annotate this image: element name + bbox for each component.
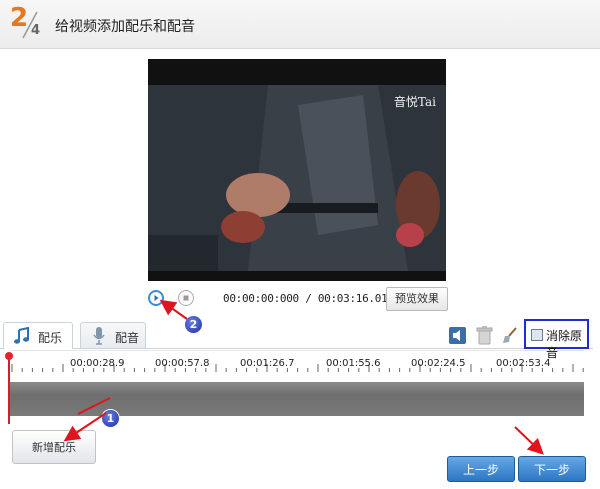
annotation-badge-1: 1: [102, 410, 119, 427]
add-music-button[interactable]: 新增配乐: [12, 430, 96, 464]
previous-step-button[interactable]: 上一步: [447, 456, 515, 482]
video-preview[interactable]: 音悦Tai: [148, 59, 446, 281]
next-step-button[interactable]: 下一步: [518, 456, 586, 482]
video-watermark: 音悦Tai: [393, 95, 436, 109]
speaker-icon[interactable]: [449, 327, 466, 344]
checkbox-box[interactable]: [531, 329, 543, 341]
brush-icon[interactable]: [501, 326, 519, 344]
timeline-tick-label: 00:00:57.8: [155, 358, 210, 369]
video-frame: [148, 85, 446, 271]
remove-original-audio-checkbox[interactable]: 消除原音: [524, 319, 589, 360]
preview-effect-button[interactable]: 预览效果: [386, 287, 448, 311]
tab-music-label: 配乐: [38, 331, 63, 345]
playhead[interactable]: [8, 356, 10, 424]
tab-voiceover[interactable]: 配音: [80, 322, 146, 348]
arrow-to-next: [514, 426, 544, 455]
tab-music[interactable]: 配乐: [3, 322, 73, 349]
step-header: 2 4 给视频添加配乐和配音: [0, 0, 600, 49]
timeline-tick-label: 00:02:53.4: [496, 358, 551, 369]
music-track[interactable]: [10, 382, 584, 416]
timeline-tick-label: 00:01:55.6: [326, 358, 381, 369]
trash-icon[interactable]: [476, 326, 493, 345]
playback-time: 00:00:00:000 / 00:03:16.010: [223, 292, 394, 305]
page-title: 给视频添加配乐和配音: [55, 19, 195, 35]
timeline-tick-label: 00:01:26.7: [240, 358, 295, 369]
timeline-tick-label: 00:02:24.5: [411, 358, 466, 369]
tab-voiceover-label: 配音: [115, 331, 140, 345]
play-button[interactable]: [148, 290, 164, 306]
video-scene: [148, 85, 446, 271]
annotation-badge-2: 2: [185, 316, 202, 333]
playhead-handle[interactable]: [5, 352, 13, 360]
stop-icon: [183, 295, 189, 301]
timeline-tick-label: 00:00:28.9: [70, 358, 125, 369]
stop-button[interactable]: [178, 290, 194, 306]
microphone-icon: [93, 327, 105, 345]
step-total-number: 4: [31, 23, 41, 38]
play-icon: [154, 295, 159, 301]
music-note-icon: [14, 327, 29, 344]
